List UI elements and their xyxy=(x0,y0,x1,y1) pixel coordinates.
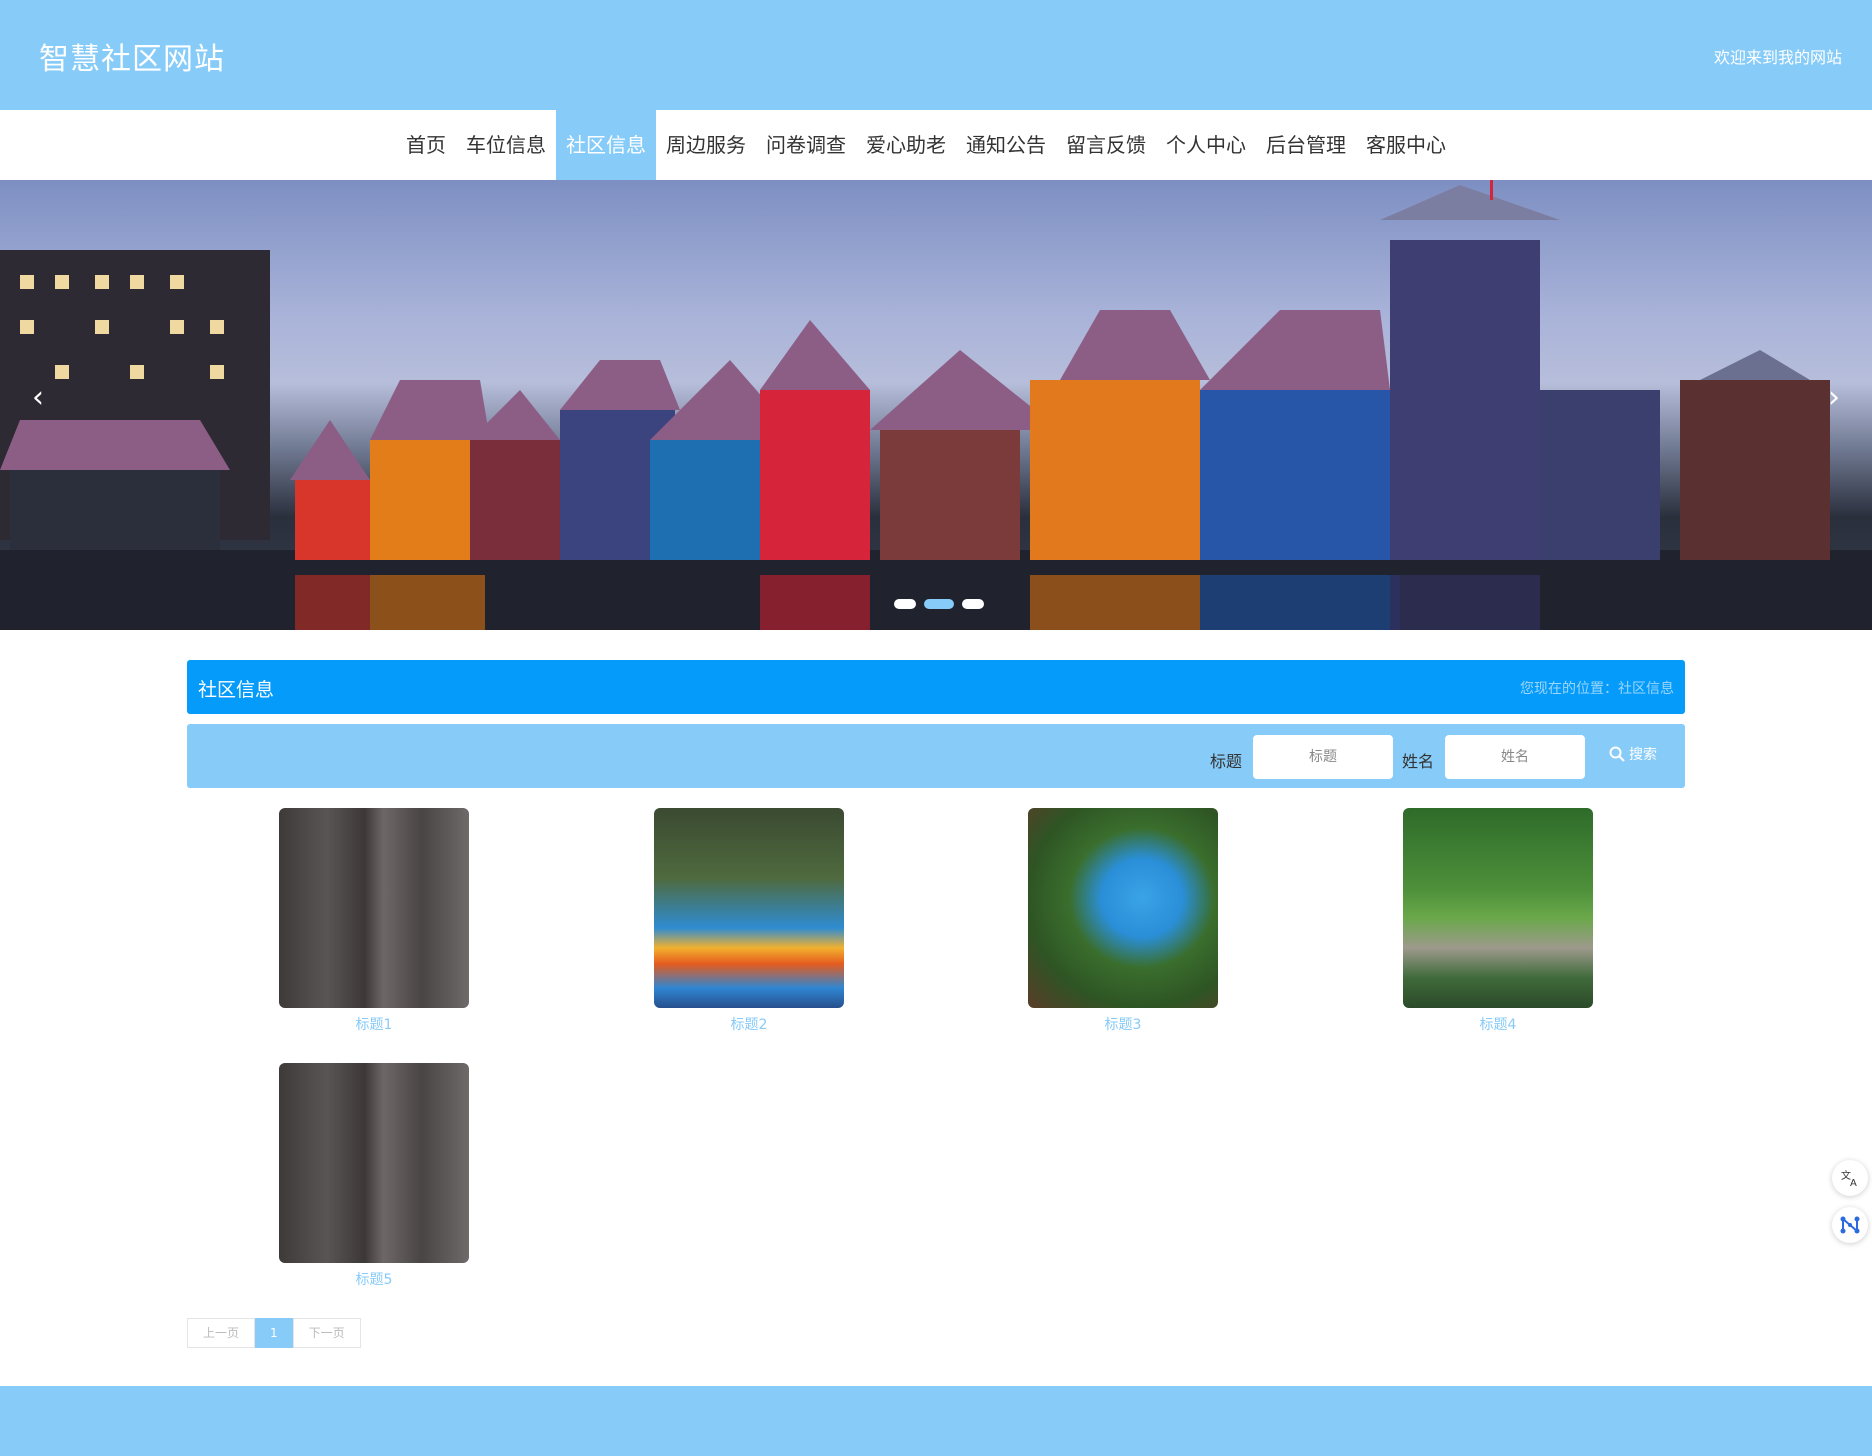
welcome-text: 欢迎来到我的网站 xyxy=(1713,48,1842,67)
card-caption[interactable]: 标题1 xyxy=(279,1014,469,1034)
nav-item-profile[interactable]: 个人中心 xyxy=(1156,110,1256,180)
nav-item-feedback[interactable]: 留言反馈 xyxy=(1056,110,1156,180)
section-title: 社区信息 xyxy=(198,679,275,701)
banner-prev-button[interactable]: ‹ xyxy=(20,380,56,416)
chevron-left-icon: ‹ xyxy=(32,380,44,415)
banner-indicators xyxy=(894,599,984,609)
title-search-input[interactable] xyxy=(1253,735,1393,779)
banner-dot-active[interactable] xyxy=(924,599,954,609)
title-label: 标题 xyxy=(1210,752,1243,771)
nav-item-community-info[interactable]: 社区信息 xyxy=(556,110,656,180)
search-button[interactable]: 搜索 xyxy=(1609,744,1657,764)
banner-dot[interactable] xyxy=(894,599,916,609)
info-card-3[interactable]: 标题3 xyxy=(1028,808,1218,1034)
page-number-current[interactable]: 1 xyxy=(255,1318,293,1348)
site-footer xyxy=(0,1386,1872,1456)
network-button[interactable] xyxy=(1832,1207,1868,1243)
nav-item-elderly-care[interactable]: 爱心助老 xyxy=(856,110,956,180)
network-icon xyxy=(1840,1216,1860,1234)
main-nav: 首页 车位信息 社区信息 周边服务 问卷调查 爱心助老 通知公告 留言反馈 个人… xyxy=(0,110,1872,180)
card-caption[interactable]: 标题5 xyxy=(279,1269,469,1289)
nav-item-nearby-services[interactable]: 周边服务 xyxy=(656,110,756,180)
card-caption[interactable]: 标题4 xyxy=(1403,1014,1593,1034)
card-thumbnail[interactable] xyxy=(1403,808,1593,1008)
card-caption[interactable]: 标题2 xyxy=(654,1014,844,1034)
nav-item-home[interactable]: 首页 xyxy=(396,110,456,180)
info-card-1[interactable]: 标题1 xyxy=(279,808,469,1034)
card-thumbnail[interactable] xyxy=(279,1063,469,1263)
card-thumbnail[interactable] xyxy=(279,808,469,1008)
info-card-5[interactable]: 标题5 xyxy=(279,1063,469,1289)
breadcrumb: 您现在的位置：社区信息 xyxy=(1520,681,1674,697)
nav-item-survey[interactable]: 问卷调查 xyxy=(756,110,856,180)
next-page-button[interactable]: 下一页 xyxy=(292,1318,361,1348)
info-card-4[interactable]: 标题4 xyxy=(1403,808,1593,1034)
translate-icon: 文 A xyxy=(1841,1169,1857,1188)
svg-text:A: A xyxy=(1850,1178,1857,1188)
chevron-right-icon: › xyxy=(1828,380,1840,415)
nav-item-parking[interactable]: 车位信息 xyxy=(456,110,556,180)
nav-item-notices[interactable]: 通知公告 xyxy=(956,110,1056,180)
name-search-input[interactable] xyxy=(1445,735,1585,779)
banner-image xyxy=(0,180,1872,630)
site-title[interactable]: 智慧社区网站 xyxy=(39,34,225,78)
card-thumbnail[interactable] xyxy=(654,808,844,1008)
pagination: 上一页 1 下一页 xyxy=(187,1318,361,1348)
search-icon xyxy=(1609,746,1625,762)
nav-item-support[interactable]: 客服中心 xyxy=(1356,110,1456,180)
section-header: 社区信息 您现在的位置：社区信息 xyxy=(187,660,1685,714)
info-card-2[interactable]: 标题2 xyxy=(654,808,844,1034)
banner-dot[interactable] xyxy=(962,599,984,609)
card-caption[interactable]: 标题3 xyxy=(1028,1014,1218,1034)
banner-carousel[interactable]: ‹ › xyxy=(0,180,1872,630)
site-header: 智慧社区网站 欢迎来到我的网站 xyxy=(0,0,1872,110)
search-button-label: 搜索 xyxy=(1629,747,1657,763)
name-label: 姓名 xyxy=(1402,752,1435,771)
card-thumbnail[interactable] xyxy=(1028,808,1218,1008)
search-bar: 标题 姓名 搜索 xyxy=(187,724,1685,788)
translate-button[interactable]: 文 A xyxy=(1832,1160,1868,1196)
banner-next-button[interactable]: › xyxy=(1816,380,1852,416)
prev-page-button[interactable]: 上一页 xyxy=(187,1318,256,1348)
nav-item-admin[interactable]: 后台管理 xyxy=(1256,110,1356,180)
